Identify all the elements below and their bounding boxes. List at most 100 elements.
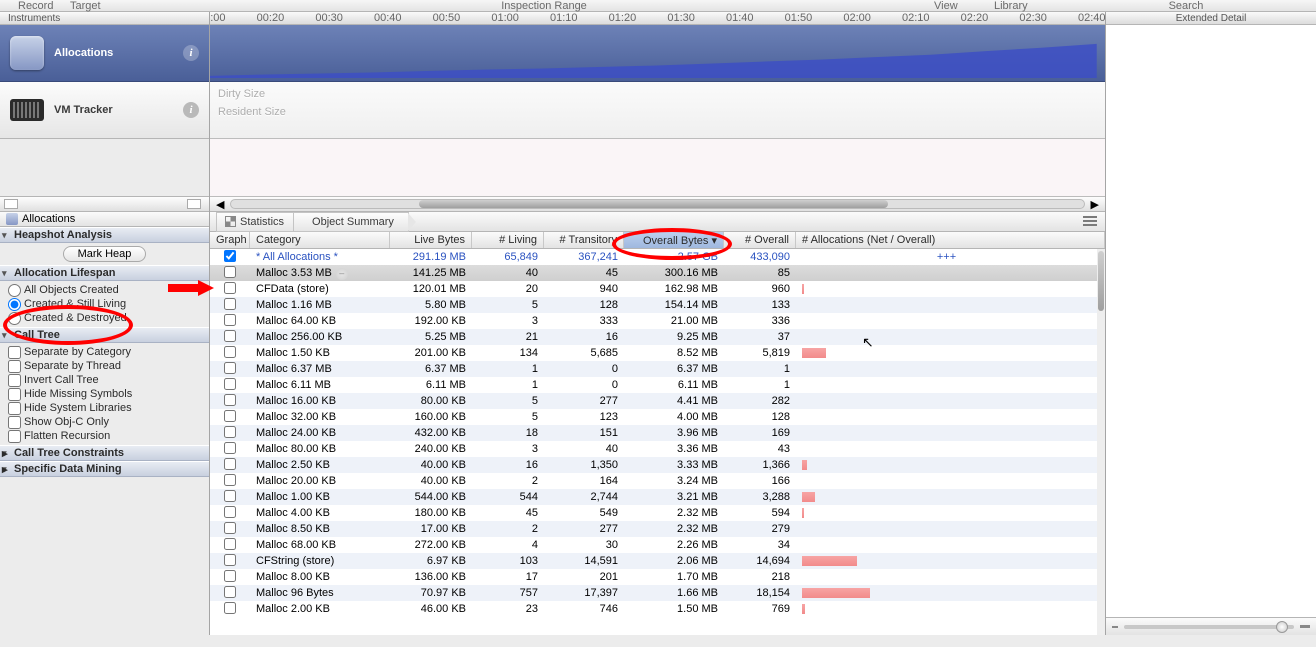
row-lb: 80.00 KB <box>390 395 472 407</box>
table-row[interactable]: Malloc 16.00 KB80.00 KB52774.41 MB282 <box>210 393 1097 409</box>
row-ob: 4.41 MB <box>624 395 724 407</box>
th-live-bytes[interactable]: Live Bytes <box>390 232 472 248</box>
mark-heap-button[interactable]: Mark Heap <box>63 246 147 262</box>
row-graph-checkbox[interactable] <box>224 346 236 358</box>
row-graph-checkbox[interactable] <box>224 474 236 486</box>
table-row[interactable]: Malloc 2.00 KB46.00 KB237461.50 MB769 <box>210 601 1097 617</box>
view-toggle-icon[interactable] <box>187 199 201 209</box>
section-lifespan[interactable]: Allocation Lifespan <box>0 265 209 281</box>
zoom-slider[interactable] <box>1124 625 1294 629</box>
table-row[interactable]: Malloc 4.00 KB180.00 KB455492.32 MB594 <box>210 505 1097 521</box>
section-mining[interactable]: ▸Specific Data Mining <box>0 461 209 477</box>
row-graph-checkbox[interactable] <box>224 490 236 502</box>
th-overall-bytes[interactable]: Overall Bytes ▾ <box>624 232 724 248</box>
row-graph-checkbox[interactable] <box>224 378 236 390</box>
row-lv: 544 <box>472 491 544 503</box>
lifespan-option[interactable]: Created & Still Living <box>6 297 209 311</box>
row-graph-checkbox[interactable] <box>224 458 236 470</box>
ruler-tick-label: 00:20 <box>257 12 285 24</box>
row-lb: 120.01 MB <box>390 283 472 295</box>
table-row[interactable]: Malloc 3.53 MB–141.25 MB4045300.16 MB85 <box>210 265 1097 281</box>
table-row[interactable]: Malloc 68.00 KB272.00 KB4302.26 MB34 <box>210 537 1097 553</box>
info-icon[interactable]: i <box>183 102 199 118</box>
zoom-knob[interactable] <box>1276 621 1288 633</box>
table-row[interactable]: Malloc 6.11 MB6.11 MB106.11 MB1 <box>210 377 1097 393</box>
table-row[interactable]: Malloc 24.00 KB432.00 KB181513.96 MB169 <box>210 425 1097 441</box>
instrument-vm-tracker[interactable]: VM Tracker i <box>0 82 209 139</box>
view-toggle-icon[interactable] <box>4 199 18 209</box>
hscroll-thumb[interactable] <box>419 200 888 208</box>
th-overall[interactable]: # Overall <box>724 232 796 248</box>
crumb-statistics[interactable]: Statistics <box>216 212 299 232</box>
allocations-track[interactable] <box>210 25 1105 82</box>
calltree-option[interactable]: Separate by Thread <box>6 359 209 373</box>
row-graph-checkbox[interactable] <box>224 506 236 518</box>
table-row[interactable]: Malloc 6.37 MB6.37 MB106.37 MB1 <box>210 361 1097 377</box>
th-allocations[interactable]: # Allocations (Net / Overall) <box>796 232 1105 248</box>
table-row[interactable]: CFString (store)6.97 KB10314,5912.06 MB1… <box>210 553 1097 569</box>
scroll-right-icon[interactable]: ▶ <box>1091 198 1099 211</box>
row-graph-checkbox[interactable] <box>224 522 236 534</box>
vm-tracker-track[interactable]: Dirty Size Resident Size <box>210 82 1105 139</box>
row-graph-checkbox[interactable] <box>224 394 236 406</box>
table-row[interactable]: Malloc 20.00 KB40.00 KB21643.24 MB166 <box>210 473 1097 489</box>
row-graph-checkbox[interactable] <box>224 330 236 342</box>
table-row[interactable]: Malloc 1.16 MB5.80 MB5128154.14 MB133 <box>210 297 1097 313</box>
th-transitory[interactable]: # Transitory <box>544 232 624 248</box>
row-graph-checkbox[interactable] <box>224 298 236 310</box>
calltree-option[interactable]: Hide System Libraries <box>6 401 209 415</box>
row-graph-checkbox[interactable] <box>224 538 236 550</box>
info-icon[interactable]: i <box>183 45 199 61</box>
section-heapshot[interactable]: Heapshot Analysis <box>0 227 209 243</box>
detail-menu-icon[interactable] <box>1083 216 1097 226</box>
table-row[interactable]: Malloc 32.00 KB160.00 KB51234.00 MB128 <box>210 409 1097 425</box>
row-graph-checkbox[interactable] <box>224 362 236 374</box>
row-ov: 960 <box>724 283 796 295</box>
row-graph-checkbox[interactable] <box>224 426 236 438</box>
row-graph-checkbox[interactable] <box>224 442 236 454</box>
table-row[interactable]: Malloc 2.50 KB40.00 KB161,3503.33 MB1,36… <box>210 457 1097 473</box>
scroll-left-icon[interactable]: ◀ <box>216 198 224 211</box>
crumb-object-summary[interactable]: Object Summary <box>293 212 409 232</box>
row-graph-checkbox[interactable] <box>224 586 236 598</box>
table-row[interactable]: Malloc 80.00 KB240.00 KB3403.36 MB43 <box>210 441 1097 457</box>
table-vscroll[interactable] <box>1097 249 1105 635</box>
lifespan-option[interactable]: All Objects Created <box>6 283 209 297</box>
table-row[interactable]: Malloc 64.00 KB192.00 KB333321.00 MB336 <box>210 313 1097 329</box>
table-row[interactable]: * All Allocations *291.19 MB65,849367,24… <box>210 249 1097 265</box>
calltree-option[interactable]: Invert Call Tree <box>6 373 209 387</box>
row-graph-checkbox[interactable] <box>224 602 236 614</box>
row-graph-checkbox[interactable] <box>224 570 236 582</box>
table-row[interactable]: CFData (store)120.01 MB20940162.98 MB960 <box>210 281 1097 297</box>
lifespan-option[interactable]: Created & Destroyed <box>6 311 209 325</box>
calltree-option[interactable]: Hide Missing Symbols <box>6 387 209 401</box>
th-category[interactable]: Category <box>250 232 390 248</box>
calltree-option[interactable]: Flatten Recursion <box>6 429 209 443</box>
row-ov: 769 <box>724 603 796 615</box>
table-row[interactable]: Malloc 8.50 KB17.00 KB22772.32 MB279 <box>210 521 1097 537</box>
table-row[interactable]: Malloc 96 Bytes70.97 KB75717,3971.66 MB1… <box>210 585 1097 601</box>
section-constraints[interactable]: ▸Call Tree Constraints <box>0 445 209 461</box>
vscroll-thumb[interactable] <box>1098 251 1104 311</box>
calltree-option[interactable]: Show Obj-C Only <box>6 415 209 429</box>
instrument-allocations[interactable]: Allocations i <box>0 25 209 82</box>
zoom-large-icon[interactable] <box>1300 625 1310 628</box>
timeline-hscroll[interactable]: ◀ ▶ <box>210 197 1105 212</box>
row-graph-checkbox[interactable] <box>224 314 236 326</box>
zoom-small-icon[interactable] <box>1112 626 1118 628</box>
table-row[interactable]: Malloc 8.00 KB136.00 KB172011.70 MB218 <box>210 569 1097 585</box>
timeline-ruler[interactable]: 00:0000:2000:3000:4000:5001:0001:1001:20… <box>210 12 1105 25</box>
th-graph[interactable]: Graph <box>210 232 250 248</box>
table-row[interactable]: Malloc 1.00 KB544.00 KB5442,7443.21 MB3,… <box>210 489 1097 505</box>
calltree-option[interactable]: Separate by Category <box>6 345 209 359</box>
section-calltree[interactable]: Call Tree <box>0 327 209 343</box>
row-graph-checkbox[interactable] <box>224 250 236 262</box>
row-graph-checkbox[interactable] <box>224 554 236 566</box>
row-graph-checkbox[interactable] <box>224 282 236 294</box>
th-living[interactable]: # Living <box>472 232 544 248</box>
row-graph-checkbox[interactable] <box>224 410 236 422</box>
table-row[interactable]: Malloc 1.50 KB201.00 KB1345,6858.52 MB5,… <box>210 345 1097 361</box>
row-graph-checkbox[interactable] <box>224 266 236 278</box>
row-close-icon[interactable]: – <box>336 268 348 280</box>
table-row[interactable]: Malloc 256.00 KB5.25 MB21169.25 MB37 <box>210 329 1097 345</box>
